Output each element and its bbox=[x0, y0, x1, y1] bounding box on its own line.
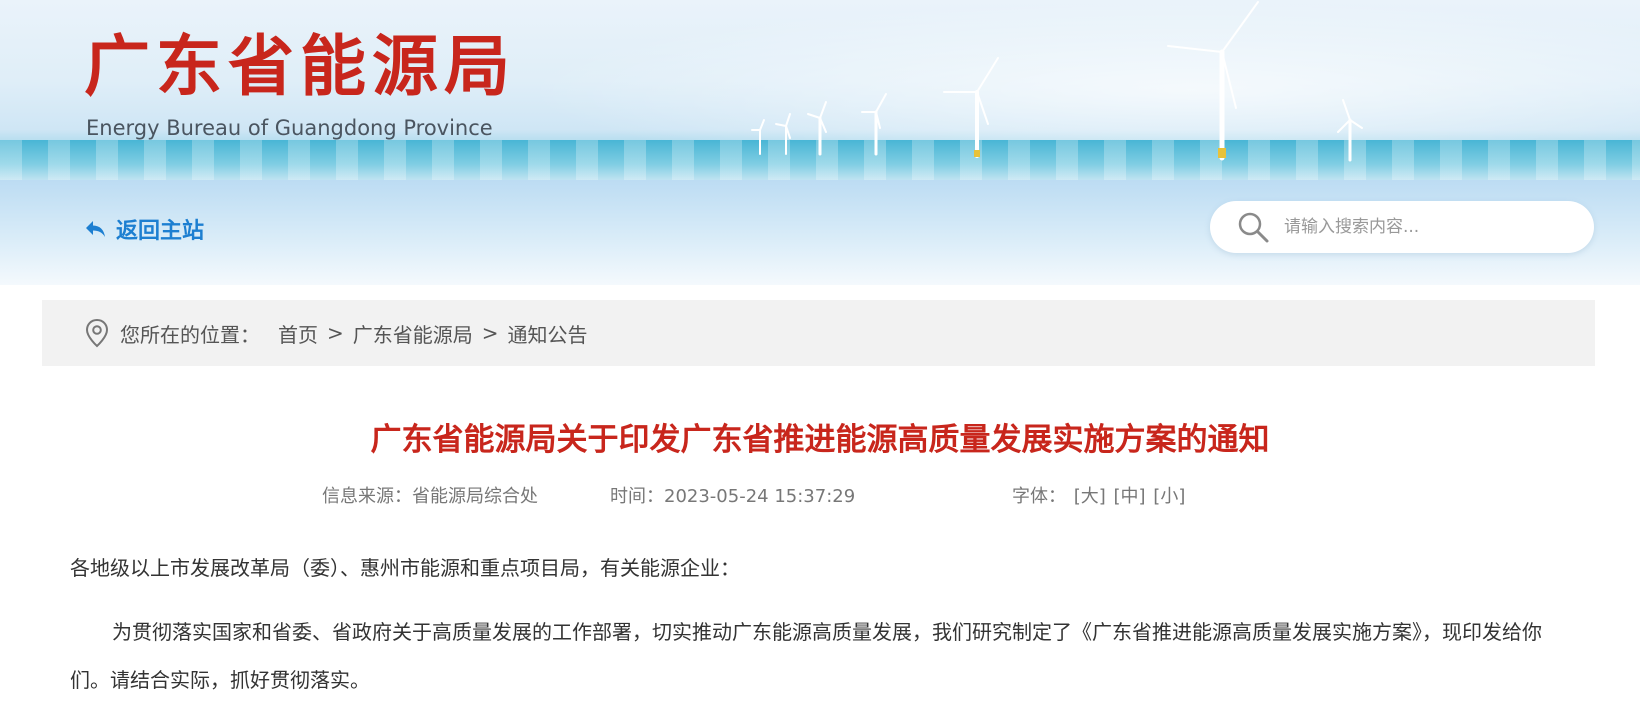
article-paragraph: 为贯彻落实国家和省委、省政府关于高质量发展的工作部署，切实推动广东能源高质量发展… bbox=[70, 620, 1542, 692]
breadcrumb-separator: > bbox=[327, 321, 344, 345]
site-logo-chinese: 广东省能源局 bbox=[84, 27, 516, 105]
breadcrumb-item-home[interactable]: 首页 bbox=[278, 319, 318, 348]
article-time: 时间：2023-05-24 15:37:29 bbox=[610, 482, 855, 508]
back-to-main-site-link[interactable]: 返回主站 bbox=[84, 214, 204, 244]
article-title: 广东省能源局关于印发广东省推进能源高质量发展实施方案的通知 bbox=[370, 422, 1270, 458]
back-link-label: 返回主站 bbox=[116, 219, 205, 244]
breadcrumb-item-notices[interactable]: 通知公告 bbox=[508, 319, 588, 348]
font-size-selector: 字体： [大] [中] [小] bbox=[1012, 482, 1185, 508]
breadcrumb: 您所在的位置： 首页 > 广东省能源局 > 通知公告 bbox=[42, 300, 1595, 366]
font-size-small-button[interactable]: [小] bbox=[1153, 486, 1185, 507]
breadcrumb-separator: > bbox=[481, 321, 499, 345]
breadcrumb-label: 您所在的位置： bbox=[120, 322, 260, 347]
site-logo-english: Energy Bureau of Guangdong Province bbox=[86, 116, 493, 140]
source-value: 省能源局综合处 bbox=[412, 486, 538, 507]
article-salutation: 各地级以上市发展改革局（委）、惠州市能源和重点项目局，有关能源企业： bbox=[70, 556, 740, 580]
nav-bar: 返回主站 bbox=[0, 180, 1640, 285]
site-banner: 广东省能源局 Energy Bureau of Guangdong Provin… bbox=[0, 0, 1640, 180]
font-size-medium-button[interactable]: [中] bbox=[1114, 486, 1146, 507]
time-label: 时间： bbox=[610, 486, 664, 507]
reply-arrow-icon bbox=[84, 219, 108, 239]
source-label: 信息来源： bbox=[322, 486, 412, 507]
search-box bbox=[1210, 201, 1594, 253]
article-source: 信息来源：省能源局综合处 bbox=[322, 482, 538, 508]
breadcrumb-item-energy-bureau[interactable]: 广东省能源局 bbox=[353, 319, 473, 348]
search-input[interactable] bbox=[1282, 206, 1586, 248]
font-size-large-button[interactable]: [大] bbox=[1074, 486, 1106, 507]
location-pin-icon bbox=[84, 318, 110, 348]
time-value: 2023-05-24 15:37:29 bbox=[664, 486, 856, 507]
font-size-label: 字体： bbox=[1012, 486, 1066, 507]
search-icon[interactable] bbox=[1236, 210, 1270, 244]
